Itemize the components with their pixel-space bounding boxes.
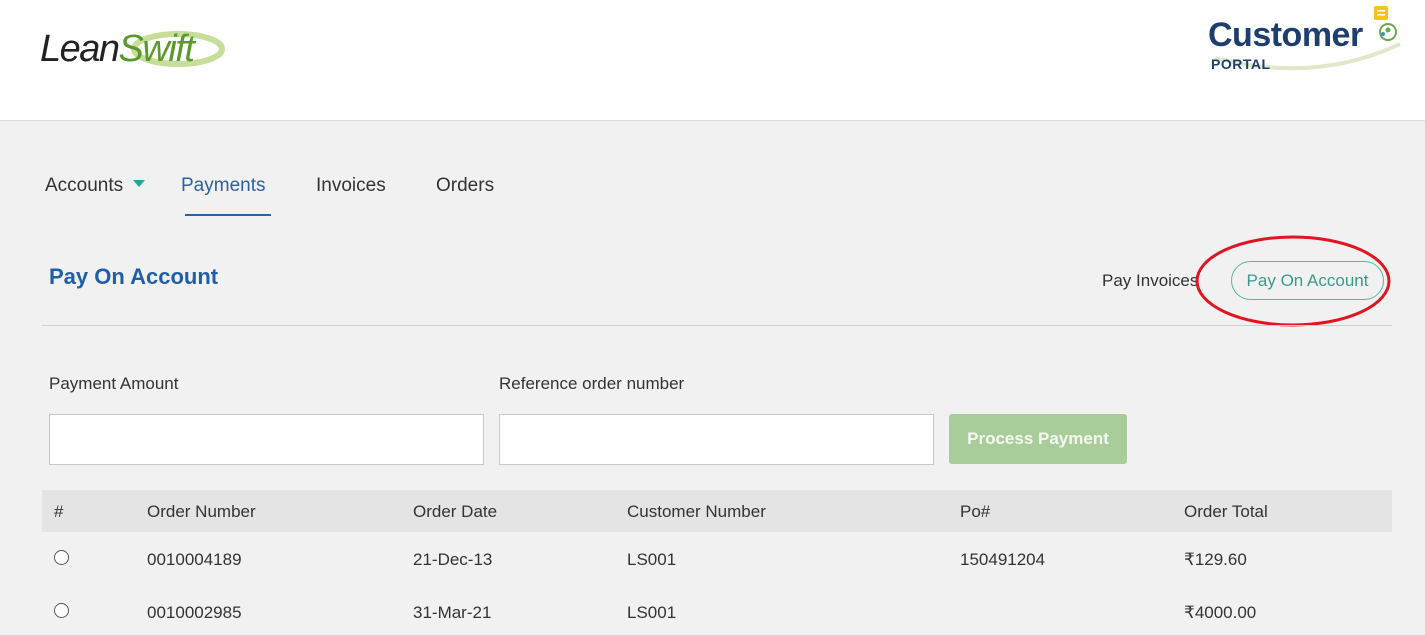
section-divider <box>42 325 1392 326</box>
orders-table-header: # Order Number Order Date Customer Numbe… <box>42 490 1392 532</box>
nav-payments[interactable]: Payments <box>181 175 265 197</box>
order-total-cell: ₹129.60 <box>1184 550 1247 569</box>
nav-accounts-label: Accounts <box>45 175 124 196</box>
po-cell: 150491204 <box>960 550 1046 569</box>
customer-number-cell: LS001 <box>627 550 677 569</box>
order-number-cell: 0010002985 <box>147 603 242 622</box>
page-title: Pay On Account <box>49 264 219 289</box>
customer-portal-logo[interactable]: Customer PORTAL <box>1205 6 1410 86</box>
column-header-order-number[interactable]: Order Number <box>147 502 256 522</box>
order-date-cell: 31-Mar-21 <box>413 603 492 622</box>
order-date-cell: 21-Dec-13 <box>413 550 493 569</box>
active-tab-indicator <box>185 214 271 216</box>
table-row[interactable]: 0010002985 31-Mar-21 LS001 ₹4000.00 <box>42 586 1392 635</box>
leanswift-wordmark: LeanSwift <box>40 28 195 70</box>
order-total-cell: ₹4000.00 <box>1184 603 1257 622</box>
chevron-down-icon[interactable] <box>133 180 146 188</box>
customer-portal-subtitle: PORTAL <box>1211 56 1271 72</box>
nav-accounts[interactable]: Accounts <box>45 175 146 197</box>
process-payment-button[interactable]: Process Payment <box>949 414 1127 464</box>
column-header-order-total[interactable]: Order Total <box>1184 502 1268 522</box>
nav-invoices[interactable]: Invoices <box>316 175 386 197</box>
column-header-customer-number[interactable]: Customer Number <box>627 502 766 522</box>
portal-badge-icon <box>1374 6 1397 41</box>
row-select-radio[interactable] <box>54 550 69 565</box>
reference-order-label: Reference order number <box>499 374 685 393</box>
column-header-po[interactable]: Po# <box>960 502 990 522</box>
pay-on-account-button[interactable]: Pay On Account <box>1231 261 1384 300</box>
nav-orders[interactable]: Orders <box>436 175 494 197</box>
app-header: LeanSwift Customer PORTAL <box>0 0 1425 121</box>
customer-number-cell: LS001 <box>627 603 677 622</box>
column-header-order-date[interactable]: Order Date <box>413 502 497 522</box>
column-header-index: # <box>54 502 64 521</box>
order-number-cell: 0010004189 <box>147 550 242 569</box>
payment-amount-label: Payment Amount <box>49 374 179 393</box>
leanswift-logo[interactable]: LeanSwift <box>38 22 228 72</box>
row-select-radio[interactable] <box>54 603 69 618</box>
table-row[interactable]: 0010004189 21-Dec-13 LS001 150491204 ₹12… <box>42 533 1392 586</box>
pay-invoices-link[interactable]: Pay Invoices <box>1102 271 1198 291</box>
payment-amount-input[interactable] <box>49 414 484 465</box>
customer-portal-title: Customer <box>1208 16 1363 54</box>
reference-order-input[interactable] <box>499 414 934 465</box>
